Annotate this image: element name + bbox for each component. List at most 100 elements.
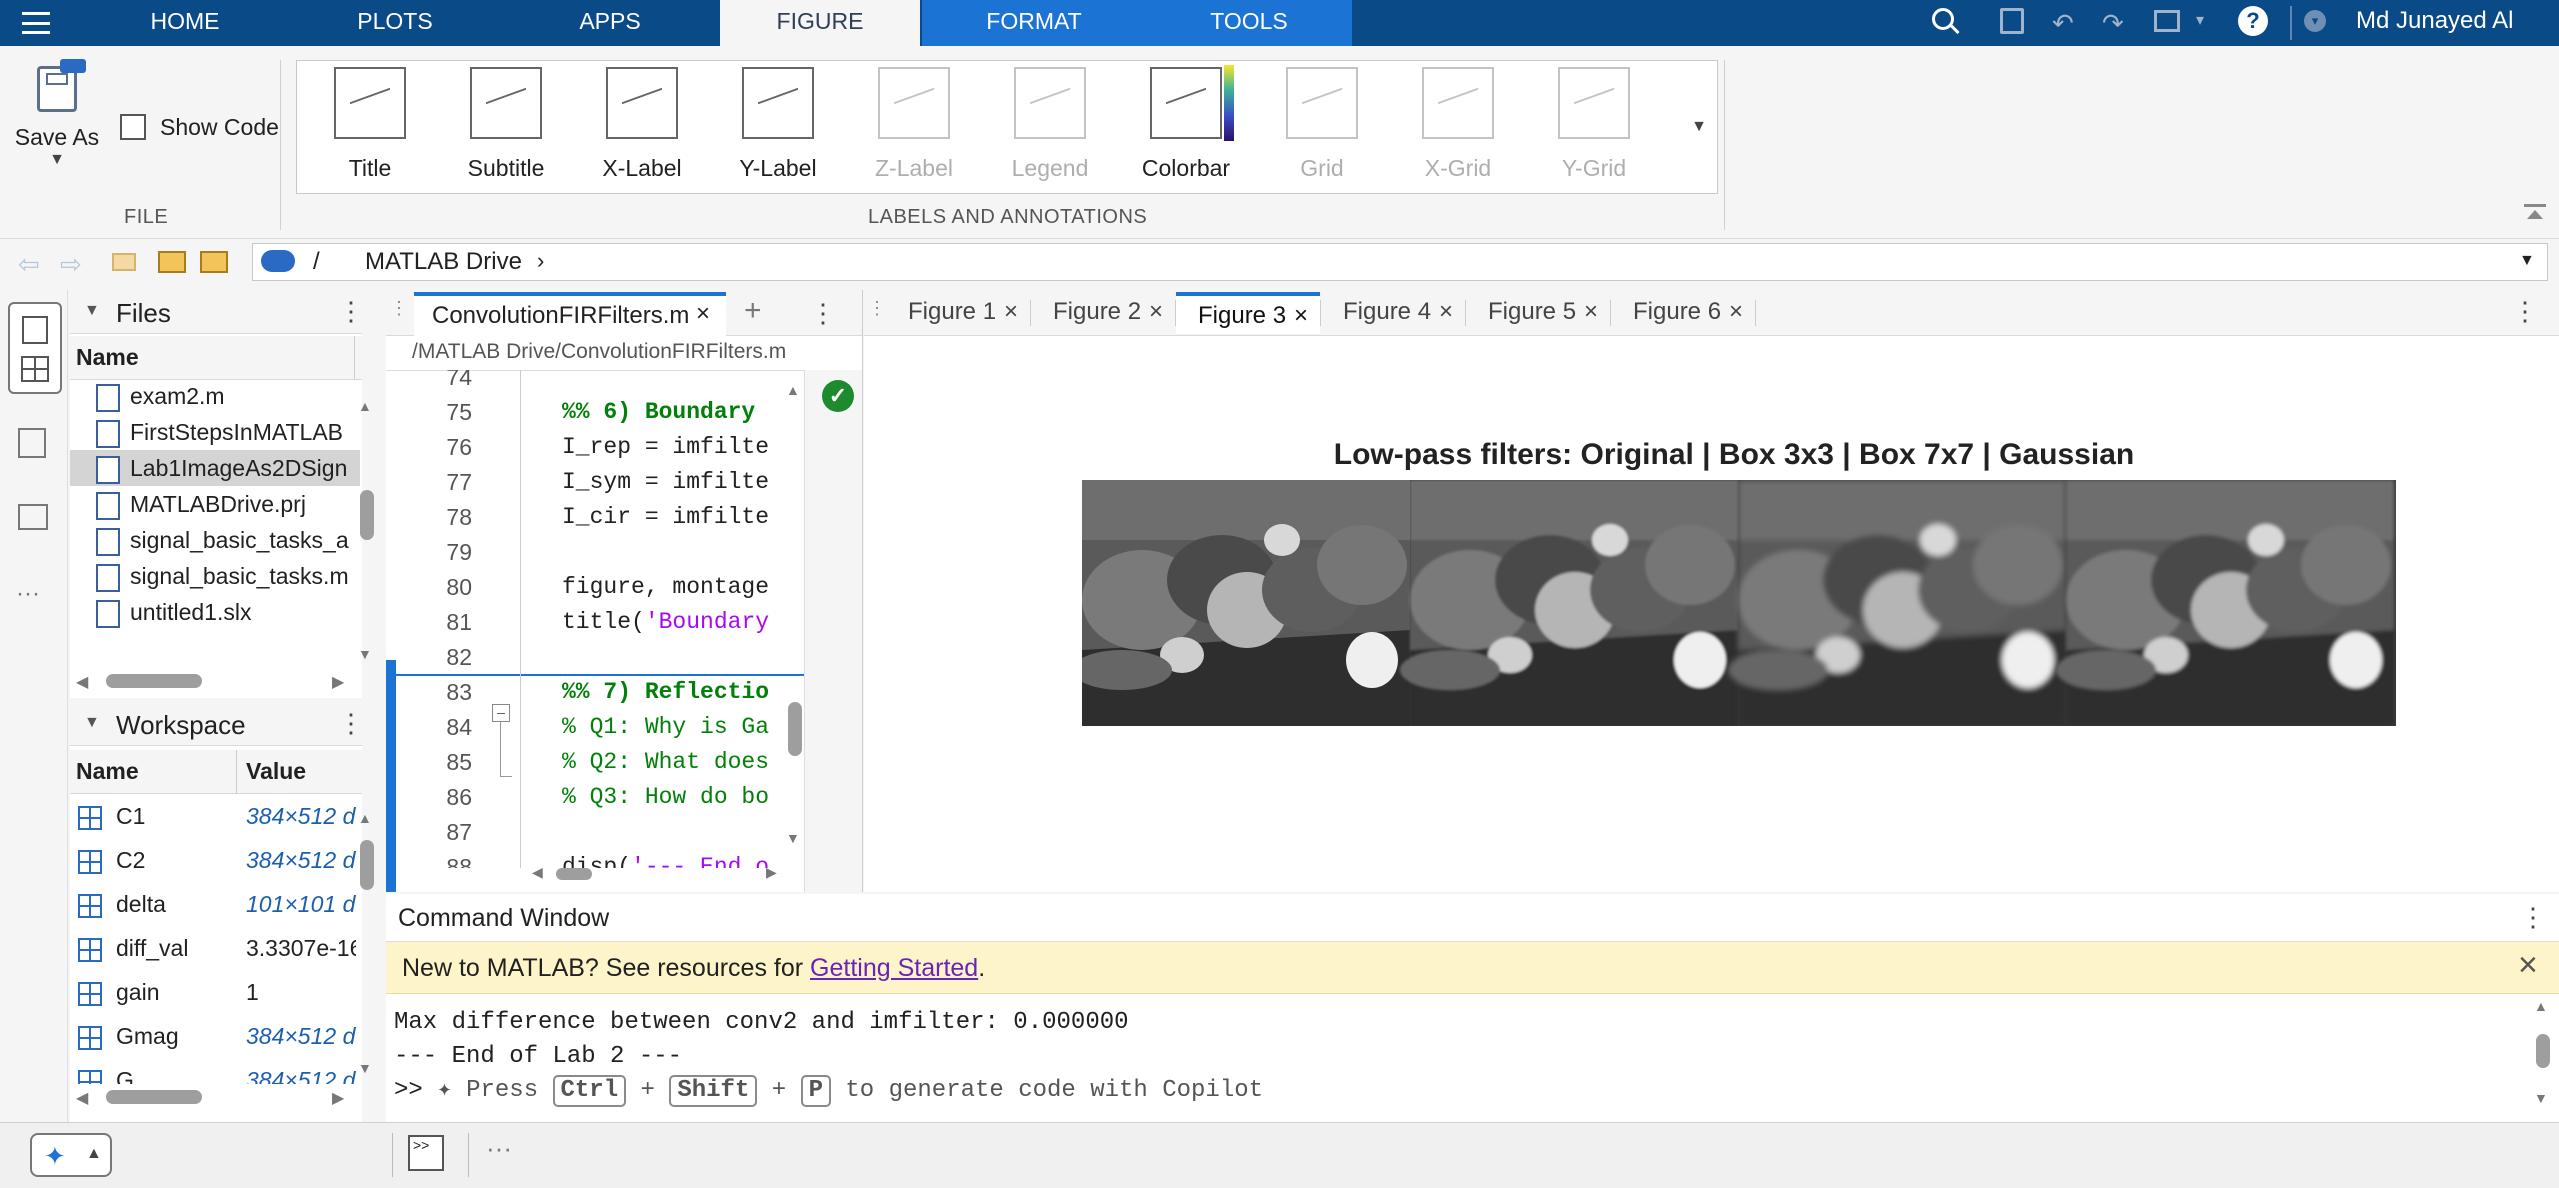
workspace-hscrollbar[interactable] bbox=[106, 1090, 202, 1104]
path-dropdown-icon[interactable]: ▼ bbox=[2519, 252, 2535, 270]
files-menu-icon[interactable]: ⋮ bbox=[338, 296, 364, 327]
command-scroll-up[interactable]: ▲ bbox=[2534, 998, 2548, 1014]
files-scroll-up[interactable]: ▲ bbox=[358, 398, 372, 414]
figure-tab[interactable]: Figure 3 × bbox=[1176, 292, 1320, 334]
close-banner-icon[interactable]: × bbox=[2518, 946, 2538, 985]
figure-tab[interactable]: Figure 1 × bbox=[886, 292, 1030, 334]
workspace-menu-icon[interactable]: ⋮ bbox=[338, 708, 364, 739]
close-icon[interactable]: × bbox=[1729, 292, 1743, 332]
table-row[interactable]: C1 384×512 d bbox=[70, 794, 356, 838]
chevron-down-icon[interactable]: ▾ bbox=[2196, 10, 2204, 30]
close-icon[interactable]: × bbox=[1584, 292, 1598, 332]
switch-windows-icon[interactable] bbox=[2154, 10, 2180, 32]
ws-scroll-right[interactable]: ▶ bbox=[332, 1088, 344, 1108]
editor-scroll-right[interactable]: ▶ bbox=[766, 864, 777, 881]
command-output[interactable]: Max difference between conv2 and imfilte… bbox=[394, 1006, 1263, 1108]
current-folder-path[interactable]: / MATLAB Drive › ▼ bbox=[252, 243, 2548, 281]
table-row[interactable]: delta 101×101 d bbox=[70, 882, 356, 926]
files-panel-icon[interactable] bbox=[8, 302, 62, 394]
table-row[interactable]: Gmag 384×512 d bbox=[70, 1014, 356, 1058]
files-scroll-right[interactable]: ▶ bbox=[332, 672, 344, 692]
user-name[interactable]: Md Junayed Al bbox=[2356, 0, 2513, 42]
close-icon[interactable]: × bbox=[696, 300, 710, 328]
editor-menu-icon[interactable]: ⋮ bbox=[810, 298, 836, 329]
path-root[interactable]: / bbox=[313, 248, 320, 276]
editor-tab[interactable]: ConvolutionFIRFilters.m × bbox=[414, 292, 726, 336]
tab-tools[interactable]: TOOLS bbox=[1146, 0, 1352, 46]
command-scroll-down[interactable]: ▼ bbox=[2534, 1090, 2548, 1106]
gallery-item-grid[interactable]: Grid bbox=[1255, 67, 1389, 187]
list-item[interactable]: untitled1.slx bbox=[70, 594, 360, 630]
fold-icon[interactable]: – bbox=[492, 704, 510, 722]
path-folder[interactable]: MATLAB Drive bbox=[365, 248, 522, 276]
collapse-icon[interactable]: ▼ bbox=[84, 302, 100, 320]
figure-tab[interactable]: Figure 6 × bbox=[1611, 292, 1755, 334]
editor-scroll-down[interactable]: ▼ bbox=[786, 830, 800, 846]
close-icon[interactable]: × bbox=[1004, 292, 1018, 332]
more-icon[interactable]: ··· bbox=[16, 580, 40, 608]
editor-vscrollbar[interactable] bbox=[788, 702, 802, 756]
gallery-expand-button[interactable]: ▼ bbox=[1680, 60, 1718, 194]
editor-hscrollbar[interactable] bbox=[556, 868, 592, 880]
new-folder-icon[interactable] bbox=[158, 251, 186, 273]
table-row[interactable]: gain 1 bbox=[70, 970, 356, 1014]
menu-icon[interactable] bbox=[22, 12, 50, 34]
help-icon[interactable]: ? bbox=[2238, 6, 2268, 36]
prompt-line[interactable]: >> ✦ Press Ctrl + Shift + P to generate … bbox=[394, 1074, 1263, 1108]
list-item[interactable]: exam2.m bbox=[70, 380, 360, 414]
back-icon[interactable]: ⇦ bbox=[18, 249, 40, 280]
table-row[interactable]: diff_val 3.3307e-16 bbox=[70, 926, 356, 970]
table-row[interactable]: G 384×512 d bbox=[70, 1058, 356, 1084]
list-item[interactable]: FirstStepsInMATLAB bbox=[70, 414, 360, 450]
copilot-button[interactable]: ✦ ▲ bbox=[30, 1133, 112, 1177]
files-vscrollbar[interactable] bbox=[360, 490, 374, 540]
gallery-item-legend[interactable]: Legend bbox=[983, 67, 1117, 187]
project-icon[interactable] bbox=[18, 428, 46, 458]
collapse-ribbon-icon[interactable] bbox=[2524, 204, 2546, 220]
gallery-item-subtitle[interactable]: Subtitle bbox=[439, 67, 573, 187]
workspace-vscrollbar[interactable] bbox=[360, 840, 374, 890]
figure-tab[interactable]: Figure 5 × bbox=[1466, 292, 1610, 334]
save-as-button[interactable]: Save As ▼ bbox=[10, 59, 104, 202]
close-icon[interactable]: × bbox=[1149, 292, 1163, 332]
figure-tab[interactable]: Figure 2 × bbox=[1031, 292, 1175, 334]
files-header-name[interactable]: Name bbox=[70, 336, 362, 380]
more-icon[interactable]: ··· bbox=[486, 1133, 512, 1164]
files-hscrollbar[interactable] bbox=[106, 674, 202, 688]
editor-scroll-left[interactable]: ◀ bbox=[532, 864, 543, 881]
code-area[interactable]: 74 75%% 6) Boundary 76 I_rep = imfilte 77 I_s… bbox=[386, 370, 862, 868]
getting-started-link[interactable]: Getting Started bbox=[810, 954, 978, 982]
close-icon[interactable]: × bbox=[1294, 296, 1308, 336]
up-folder-icon[interactable] bbox=[112, 253, 136, 271]
figure-menu-icon[interactable]: ⋮ bbox=[2512, 296, 2538, 327]
ws-scroll-down[interactable]: ▼ bbox=[358, 1060, 372, 1076]
redo-icon[interactable]: ↷ bbox=[2102, 10, 2124, 36]
workspace-header-value[interactable]: Value bbox=[246, 758, 306, 785]
list-item[interactable]: MATLABDrive.prj bbox=[70, 486, 360, 522]
undo-icon[interactable]: ↶ bbox=[2052, 10, 2074, 36]
tab-apps[interactable]: APPS bbox=[550, 0, 670, 46]
collapse-icon[interactable]: ▼ bbox=[84, 714, 100, 732]
tab-figure[interactable]: FIGURE bbox=[720, 0, 920, 46]
command-menu-icon[interactable]: ⋮ bbox=[2520, 902, 2546, 933]
tab-home[interactable]: HOME bbox=[120, 0, 250, 46]
ws-scroll-up[interactable]: ▲ bbox=[358, 810, 372, 826]
files-scroll-down[interactable]: ▼ bbox=[358, 646, 372, 662]
gallery-item-z-label[interactable]: Z-Label bbox=[847, 67, 981, 187]
browse-folder-icon[interactable] bbox=[200, 251, 228, 273]
code-analyzer-ok-icon[interactable]: ✓ bbox=[822, 380, 854, 412]
new-tab-icon[interactable]: + bbox=[744, 294, 762, 328]
command-window-icon[interactable]: >> bbox=[408, 1135, 444, 1171]
command-vscrollbar[interactable] bbox=[2536, 1034, 2550, 1068]
source-control-icon[interactable] bbox=[18, 504, 48, 530]
forward-icon[interactable]: ⇨ bbox=[60, 249, 82, 280]
show-code-checkbox[interactable] bbox=[120, 114, 146, 140]
tab-format[interactable]: FORMAT bbox=[922, 0, 1146, 46]
table-row[interactable]: C2 384×512 d bbox=[70, 838, 356, 882]
editor-scroll-up[interactable]: ▲ bbox=[786, 382, 800, 398]
tab-plots[interactable]: PLOTS bbox=[330, 0, 460, 46]
close-icon[interactable]: × bbox=[1439, 292, 1453, 332]
files-scroll-left[interactable]: ◀ bbox=[76, 672, 88, 692]
list-item[interactable]: signal_basic_tasks.m bbox=[70, 558, 360, 594]
workspace-header-name[interactable]: Name bbox=[76, 758, 139, 785]
